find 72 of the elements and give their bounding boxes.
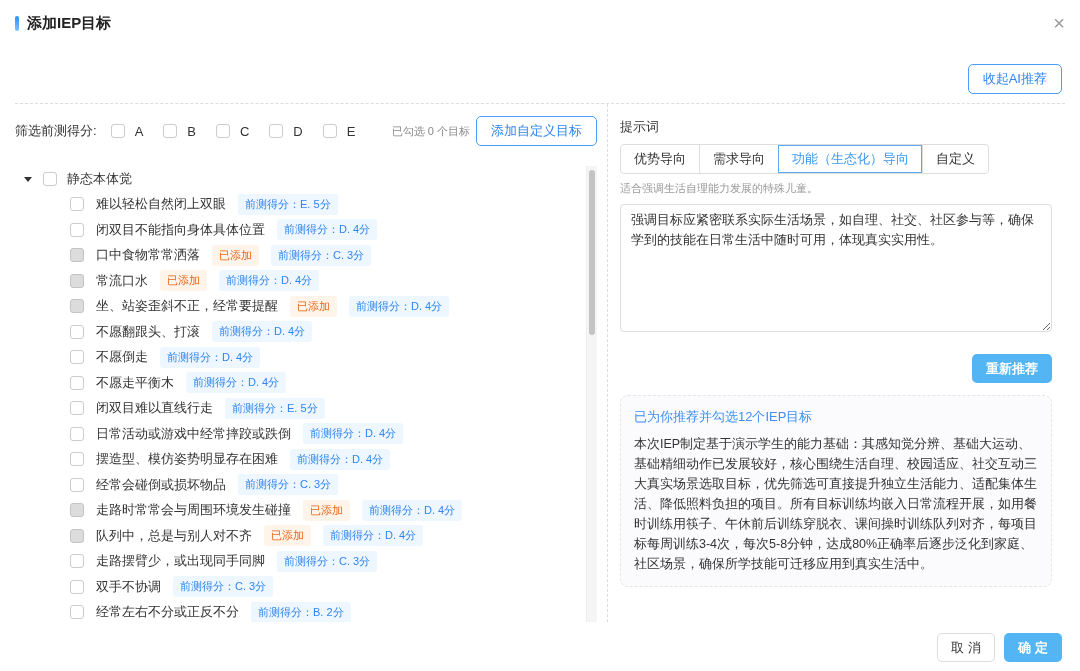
- checkbox[interactable]: [215, 124, 230, 138]
- score-tag: 前测得分：D. 4分: [186, 372, 287, 394]
- goal-label[interactable]: 不愿翻跟头、打滚: [96, 322, 200, 341]
- prompt-tab[interactable]: 自定义: [922, 145, 988, 173]
- score-tag: 前测得分：E. 5分: [238, 193, 338, 215]
- prompt-text-area[interactable]: 强调目标应紧密联系实际生活场景，如自理、社交、社区参与等，确保学到的技能在日常生活中随时可用，体现真实实用性。: [620, 204, 1052, 332]
- checkbox[interactable]: [70, 605, 84, 620]
- checkbox[interactable]: [110, 124, 125, 138]
- checkbox[interactable]: [269, 124, 284, 138]
- added-tag: 已添加: [303, 499, 350, 521]
- goal-label[interactable]: 经常会碰倒或损坏物品: [96, 475, 226, 494]
- recommendation-text: 本次IEP制定基于演示学生的能力基础：其感知觉分辨、基础大运动、基础精细动作已发展较好，核心围绕生活自理、校园适应、社交互动三大真实场景选取目标，优先筛选可直接提升独立生活能力、适配集体生活、降低照料负担的项目。所有目标训练均嵌入日常流程开展，如用餐时训练用筷子、午休前后训练穿脱衣、课间操时训练队列对齐，每项目标每周训练3-4次，每次5-8分钟，达成80%正确率后逐步泛化到家庭、社区场景，确保所学技能可迁移应用到真实生活中。: [634, 436, 1038, 573]
- dialog-title: 添加IEP目标: [27, 13, 113, 33]
- tree-group-label[interactable]: 静态本体觉: [67, 169, 132, 188]
- goal-label[interactable]: 不愿倒走: [96, 348, 148, 367]
- selected-count: 已勾选 0 个目标: [391, 123, 470, 139]
- added-tag: 已添加: [264, 525, 311, 547]
- score-tag: 前测得分：C. 3分: [173, 576, 274, 598]
- goal-label[interactable]: 闭双目难以直线行走: [96, 399, 213, 418]
- score-tag: 前测得分：D. 4分: [323, 525, 424, 547]
- add-custom-goal-button[interactable]: 添加自定义目标: [476, 116, 597, 146]
- score-tag: 前测得分：D. 4分: [212, 321, 313, 343]
- checkbox[interactable]: [70, 579, 84, 594]
- checkbox[interactable]: [163, 124, 178, 138]
- checkbox[interactable]: [70, 452, 84, 467]
- scrollbar[interactable]: [586, 166, 597, 622]
- collapse-ai-button[interactable]: 收起AI推荐: [967, 64, 1062, 94]
- grade-option-label[interactable]: C: [239, 123, 250, 139]
- score-tag: 前测得分：D. 4分: [219, 270, 320, 292]
- checkbox[interactable]: [43, 171, 57, 186]
- checkbox[interactable]: [70, 426, 84, 441]
- goal-label[interactable]: 经常左右不分或正反不分: [96, 603, 239, 622]
- checkbox[interactable]: [70, 222, 84, 237]
- prompt-label: 提示词: [620, 118, 660, 136]
- goal-label[interactable]: 摆造型、模仿姿势明显存在困难: [96, 450, 278, 469]
- added-tag: 已添加: [160, 270, 207, 292]
- grade-option-label[interactable]: A: [134, 123, 144, 139]
- grade-option-label[interactable]: E: [346, 123, 356, 139]
- goal-label[interactable]: 双手不协调: [96, 577, 161, 596]
- goal-label[interactable]: 难以轻松自然闭上双眼: [96, 195, 226, 214]
- score-tag: 前测得分：C. 3分: [277, 550, 378, 572]
- score-tag: 前测得分：D. 4分: [290, 448, 391, 470]
- prompt-hint: 适合强调生活自理能力发展的特殊儿童。: [620, 182, 819, 196]
- added-tag: 已添加: [212, 244, 259, 266]
- score-tag: 前测得分：E. 5分: [225, 397, 325, 419]
- checkbox[interactable]: [70, 375, 84, 390]
- checkbox[interactable]: [70, 324, 84, 339]
- grade-option-label[interactable]: B: [187, 123, 196, 139]
- score-tag: 前测得分：C. 3分: [271, 244, 372, 266]
- filter-label: 筛选前测得分:: [15, 122, 97, 140]
- checkbox[interactable]: [70, 477, 84, 492]
- title-accent-bar: [15, 15, 19, 31]
- score-tag: 前测得分：D. 4分: [277, 219, 378, 241]
- goal-label[interactable]: 日常活动或游戏中经常摔跤或跌倒: [96, 424, 291, 443]
- checkbox[interactable]: [70, 401, 84, 416]
- grade-option-label[interactable]: D: [293, 123, 303, 139]
- goal-label[interactable]: 走路摆臂少，或出现同手同脚: [96, 552, 265, 571]
- goal-label[interactable]: 不愿走平衡木: [96, 373, 174, 392]
- recommendation-title: 已为你推荐并勾选12个IEP目标: [634, 408, 814, 426]
- score-tag: 前测得分：B. 2分: [251, 601, 351, 622]
- checkbox[interactable]: [70, 197, 84, 212]
- checkbox[interactable]: [70, 350, 84, 365]
- score-tag: 前测得分：D. 4分: [362, 499, 463, 521]
- cancel-button[interactable]: 取 消: [937, 633, 995, 662]
- score-tag: 前测得分：D. 4分: [303, 423, 404, 445]
- score-tag: 前测得分：C. 3分: [238, 474, 339, 496]
- score-tag: 前测得分：D. 4分: [349, 295, 450, 317]
- score-tag: 前测得分：D. 4分: [160, 346, 261, 368]
- checkbox[interactable]: [322, 124, 337, 138]
- added-tag: 已添加: [290, 295, 337, 317]
- checkbox[interactable]: [70, 554, 84, 569]
- goal-label[interactable]: 闭双目不能指向身体具体位置: [96, 220, 265, 239]
